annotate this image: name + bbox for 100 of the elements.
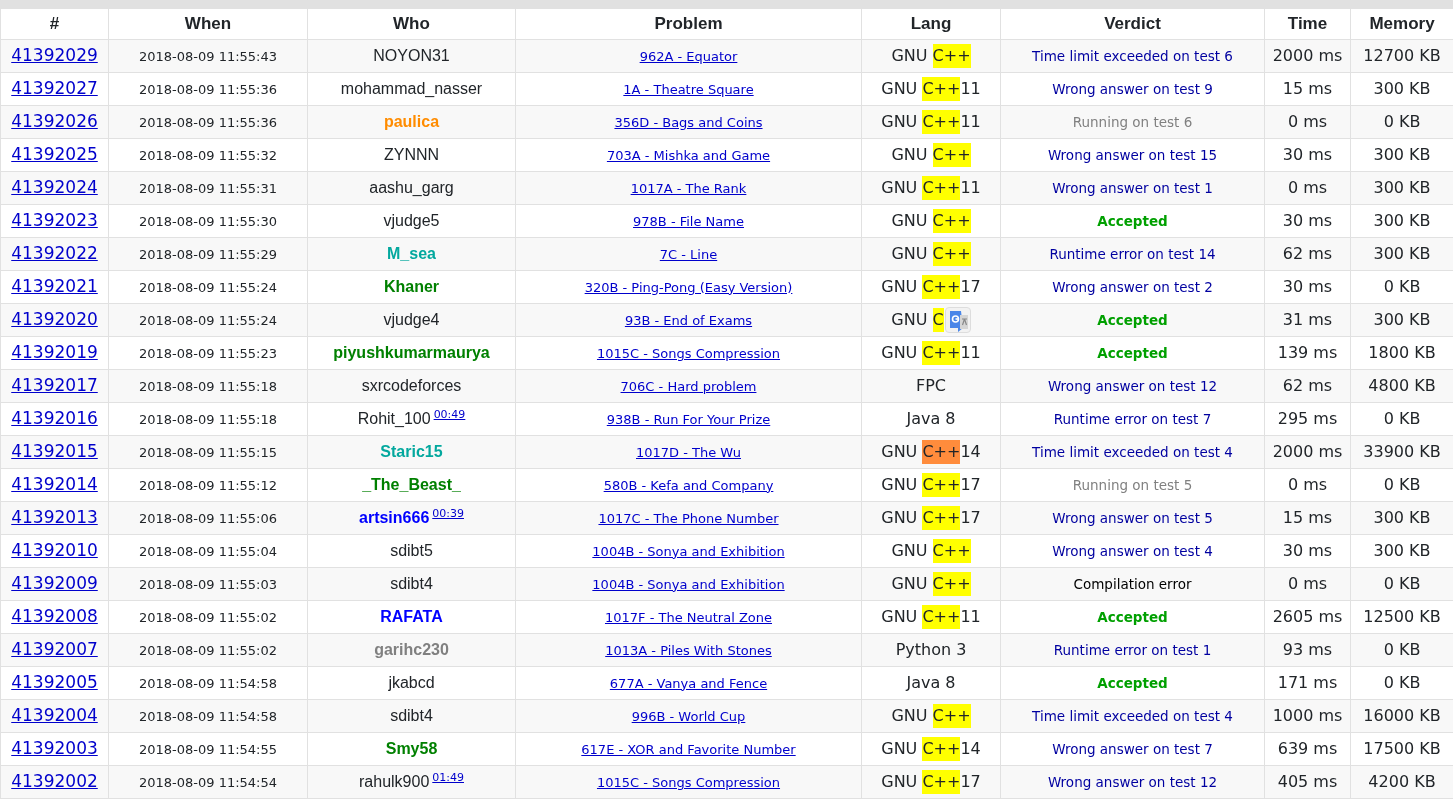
user-name[interactable]: RAFATA [380,608,443,625]
submission-time: 2018-08-09 11:55:06 [138,510,278,526]
submission-time: 2018-08-09 11:55:12 [138,477,278,493]
memory-value: 300 KB [1373,178,1431,197]
submission-time: 2018-08-09 11:54:58 [138,708,278,724]
language-label: GNU C++17 [881,475,981,494]
language-label: GNU C++ [891,574,971,593]
language-label: GNU C++11 [881,343,981,362]
problem-link[interactable]: 706C - Hard problem [620,378,757,394]
user-name[interactable]: Rohit_100 [357,410,431,427]
user-name[interactable]: garihc230 [374,641,449,658]
time-value: 30 ms [1282,277,1333,296]
language-label: GNU C++17 [881,508,981,527]
language-label: Python 3 [895,640,967,659]
verdict-label: Time limit exceeded on test 4 [1032,443,1233,460]
user-name[interactable]: Smy58 [385,740,438,757]
submission-time: 2018-08-09 11:55:18 [138,378,278,394]
column-header: Memory [1350,8,1453,40]
submission-time: 2018-08-09 11:55:24 [138,279,278,295]
verdict-label: Running on test 5 [1072,476,1193,493]
time-value: 2605 ms [1272,607,1343,626]
problem-link[interactable]: 1017A - The Rank [630,180,747,196]
memory-value: 0 KB [1383,112,1421,131]
submission-time: 2018-08-09 11:55:31 [138,180,278,196]
time-value: 0 ms [1287,475,1328,494]
language-label: GNU C++ [891,706,971,725]
column-header: Lang [861,8,1001,40]
virtual-time-link[interactable]: 01:49 [432,771,464,784]
language-label: GNU C++ [891,541,971,560]
verdict-label: Accepted [1097,608,1168,625]
user-name[interactable]: artsin666 [359,509,430,526]
user-name[interactable]: sdibt4 [390,707,433,724]
user-name[interactable]: sdibt5 [390,542,433,559]
submission-time: 2018-08-09 11:55:43 [138,48,278,64]
language-label: GNU C++11 [881,79,981,98]
verdict-label: Wrong answer on test 2 [1052,278,1213,295]
column-header: Who [307,8,516,40]
problem-link[interactable]: 7C - Line [659,246,718,262]
problem-link[interactable]: 93B - End of Exams [624,312,753,328]
memory-value: 0 KB [1383,574,1421,593]
user-name[interactable]: vjudge4 [383,311,440,328]
language-label: GNU C++11 [881,178,981,197]
submission-time: 2018-08-09 11:55:36 [138,81,278,97]
submission-time: 2018-08-09 11:55:04 [138,543,278,559]
submission-time: 2018-08-09 11:55:03 [138,576,278,592]
user-name[interactable]: vjudge5 [383,212,440,229]
memory-value: 300 KB [1373,145,1431,164]
user-name[interactable]: Khaner [383,278,440,295]
time-value: 295 ms [1277,409,1338,428]
problem-link[interactable]: 1017D - The Wu [636,444,741,460]
submission-time: 2018-08-09 11:55:15 [138,444,278,460]
verdict-label: Accepted [1097,212,1168,229]
virtual-time-link[interactable]: 00:49 [433,408,466,421]
submission-time: 2018-08-09 11:54:55 [138,741,278,757]
submission-time: 2018-08-09 11:55:24 [138,312,278,328]
verdict-label: Wrong answer on test 1 [1052,179,1213,196]
virtual-time-link[interactable]: 00:39 [432,507,464,520]
column-header: Time [1264,8,1351,40]
problem-link[interactable]: 962A - Equator [639,48,738,64]
user-name[interactable]: NOYON31 [373,47,450,64]
memory-value: 17500 KB [1363,739,1441,758]
memory-value: 0 KB [1383,673,1421,692]
user-name[interactable]: sdibt4 [390,575,433,592]
submission-time: 2018-08-09 11:54:58 [138,675,278,691]
verdict-label: Wrong answer on test 5 [1052,509,1213,526]
language-label: GNU C++14 [881,739,981,758]
language-label: GNU C++17 [881,277,981,296]
column-header: Problem [515,8,862,40]
memory-value: 1800 KB [1368,343,1436,362]
submission-time: 2018-08-09 11:55:18 [138,411,278,427]
memory-value: 300 KB [1373,310,1431,329]
verdict-label: Wrong answer on test 4 [1052,542,1213,559]
memory-value: 300 KB [1373,508,1431,527]
verdict-label: Time limit exceeded on test 4 [1032,707,1233,724]
memory-value: 300 KB [1373,79,1431,98]
memory-value: 300 KB [1373,541,1431,560]
translate-icon[interactable] [944,307,971,333]
verdict-label: Wrong answer on test 12 [1047,773,1218,790]
time-value: 0 ms [1287,178,1328,197]
verdict-label: Accepted [1097,674,1168,691]
language-label: GNU C++ [891,145,971,164]
time-value: 639 ms [1277,739,1338,758]
verdict-label: Wrong answer on test 7 [1052,740,1213,757]
verdict-label: Time limit exceeded on test 6 [1032,47,1233,64]
verdict-label: Runtime error on test 1 [1053,641,1212,658]
problem-link[interactable]: 1A - Theatre Square [623,81,754,97]
time-value: 30 ms [1282,541,1333,560]
user-name[interactable]: ZYNNN [383,146,440,163]
column-header: Verdict [1000,8,1265,40]
user-name[interactable]: rahulk900 [359,773,430,790]
time-value: 62 ms [1282,376,1333,395]
problem-link[interactable]: 978B - File Name [633,213,744,229]
memory-value: 300 KB [1373,244,1431,263]
problem-link[interactable]: 996B - World Cup [631,708,746,724]
memory-value: 33900 KB [1363,442,1441,461]
memory-value: 0 KB [1383,409,1421,428]
user-name[interactable]: jkabcd [388,674,435,691]
language-label: GNU C++11 [881,607,981,626]
memory-value: 0 KB [1383,640,1421,659]
language-label: Java 8 [906,673,956,692]
